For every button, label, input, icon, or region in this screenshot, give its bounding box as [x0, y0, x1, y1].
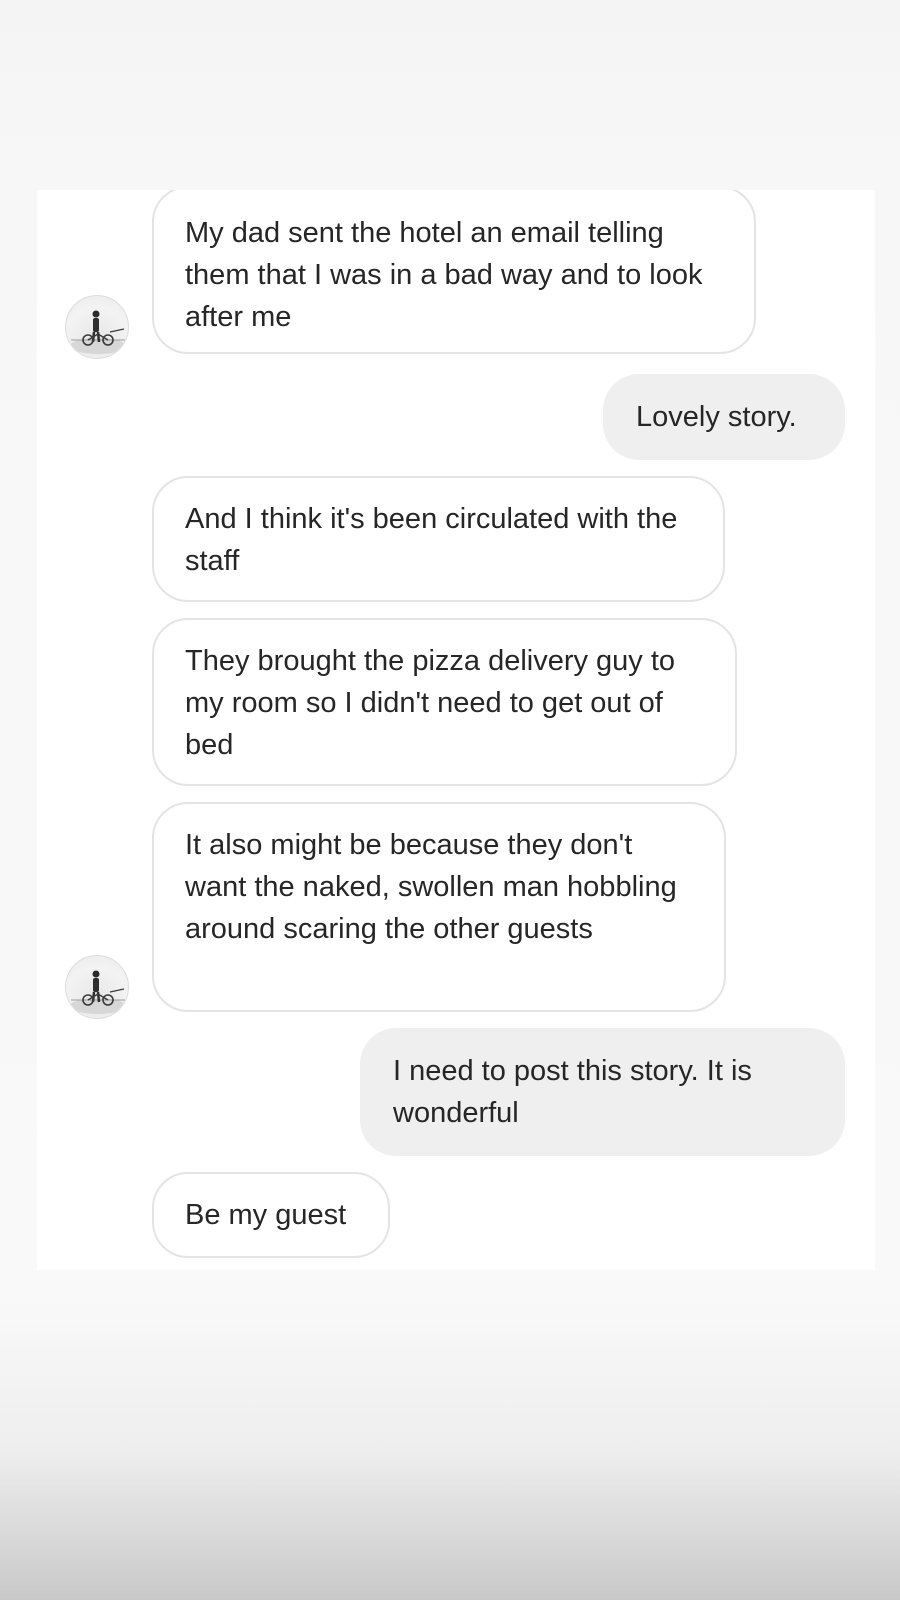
person-with-bicycle-icon	[70, 970, 126, 1014]
contact-avatar[interactable]	[65, 955, 129, 1019]
message-bubble-received[interactable]: My dad sent the hotel an email telling t…	[152, 190, 756, 354]
chat-thread: My dad sent the hotel an email telling t…	[37, 190, 875, 1270]
message-bubble-received[interactable]: They brought the pizza delivery guy to m…	[152, 618, 737, 786]
message-bubble-sent[interactable]: I need to post this story. It is wonderf…	[360, 1028, 845, 1156]
message-bubble-received[interactable]: It also might be because they don't want…	[152, 802, 726, 1012]
person-with-bicycle-icon	[70, 310, 126, 354]
message-bubble-sent[interactable]: Lovely story.	[603, 374, 845, 460]
message-bubble-received[interactable]: And I think it's been circulated with th…	[152, 476, 725, 602]
message-bubble-received[interactable]: Be my guest	[152, 1172, 390, 1258]
contact-avatar[interactable]	[65, 295, 129, 359]
